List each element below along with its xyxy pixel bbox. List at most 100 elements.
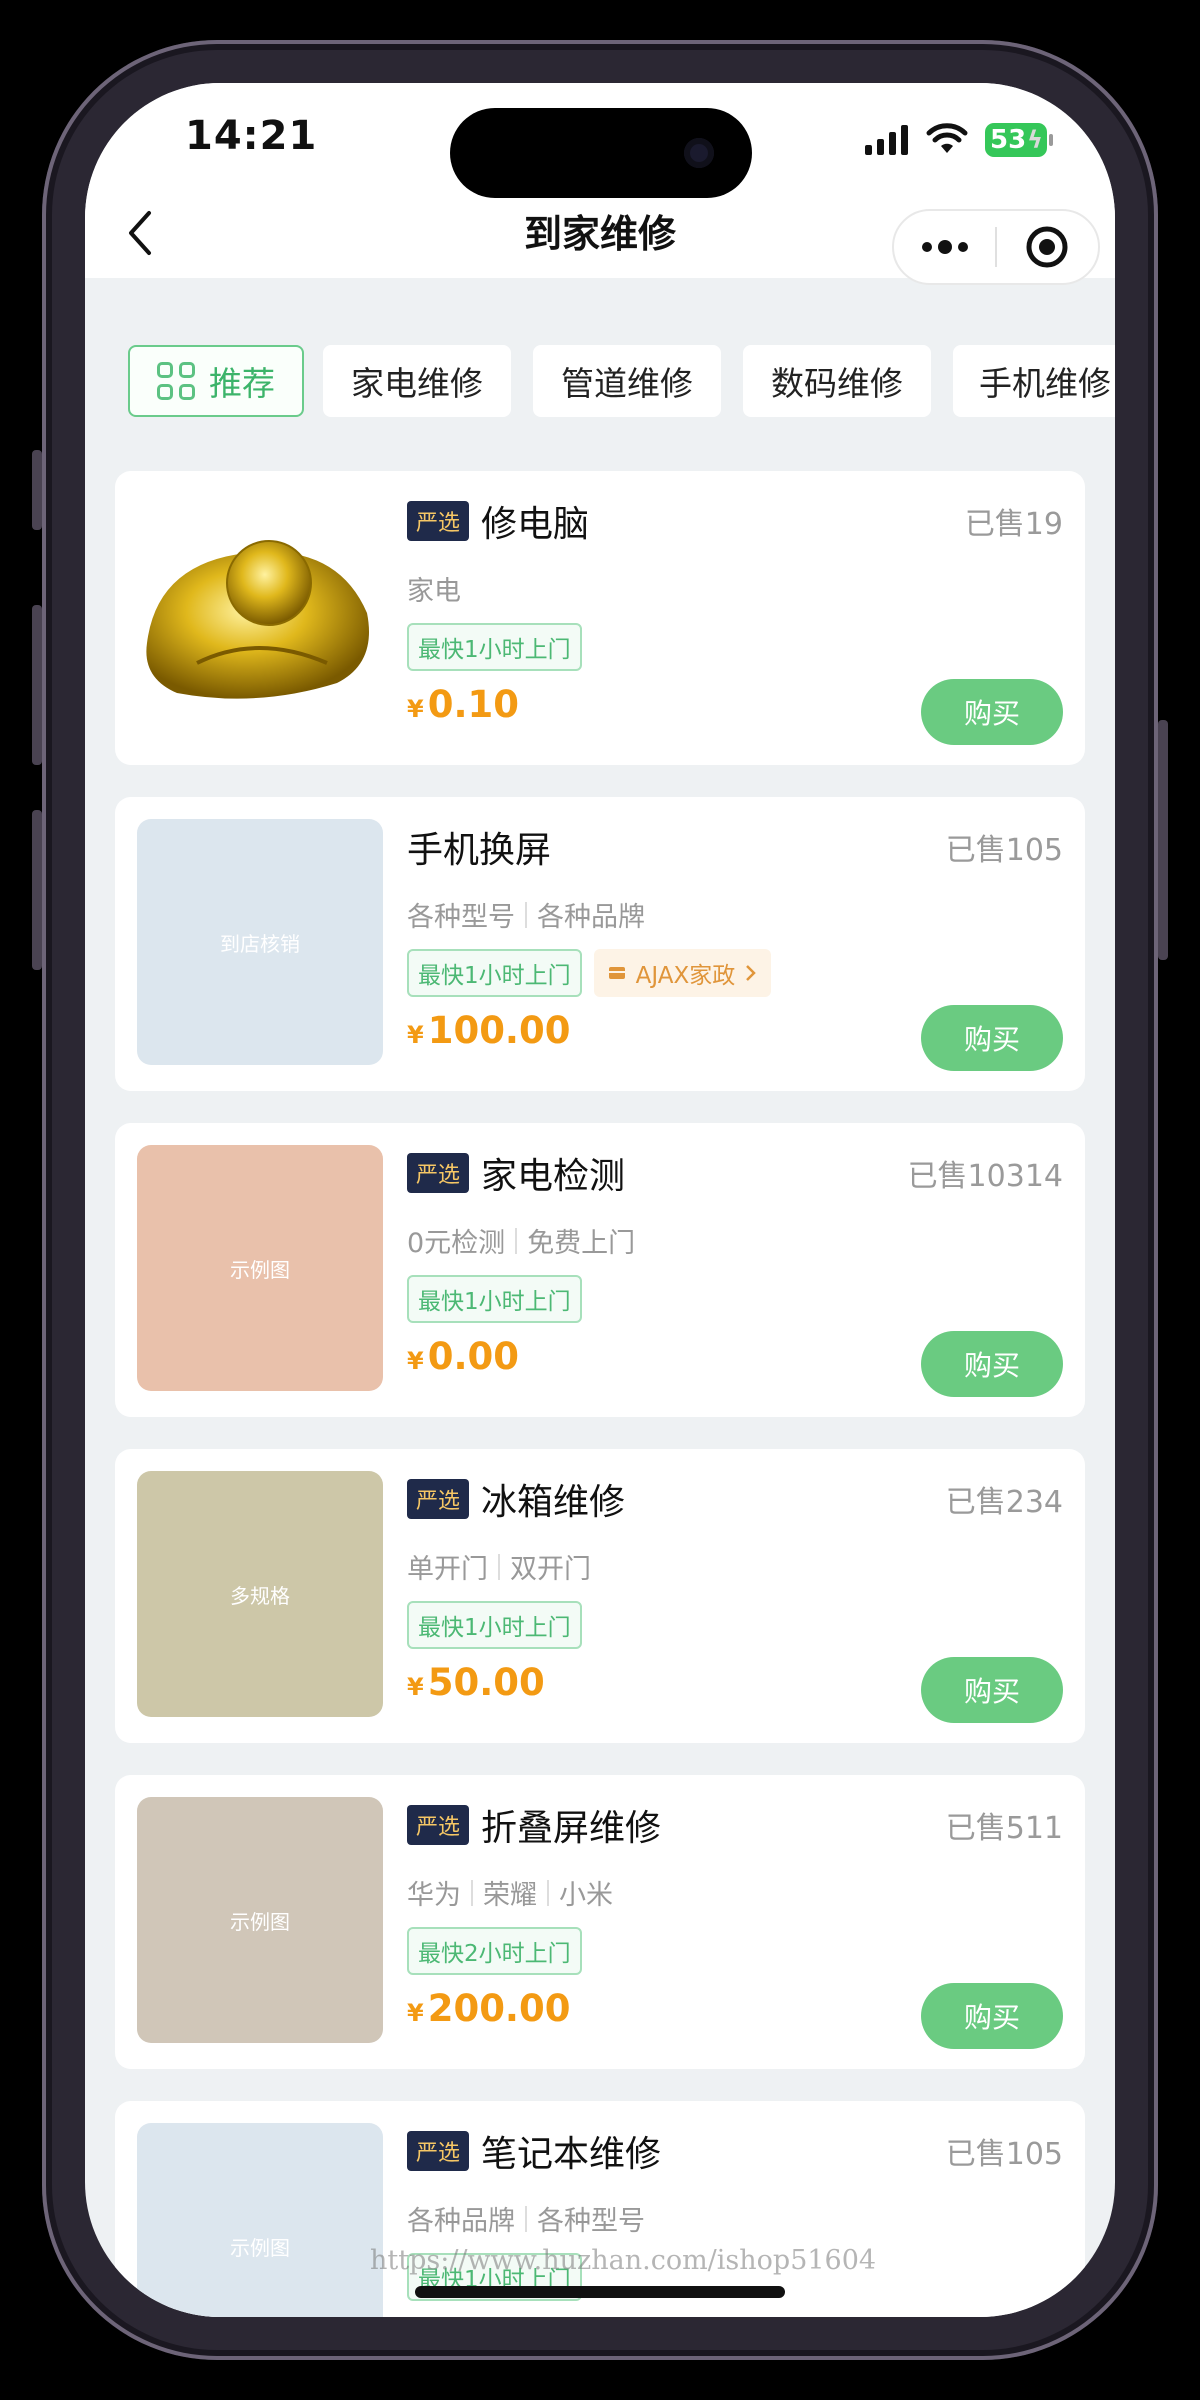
watermark: https://www.huzhan.com/ishop51604 — [370, 2245, 877, 2276]
dot-icon — [937, 240, 952, 254]
tag-list: 最快1小时上门 — [407, 1601, 582, 1649]
featured-badge: 严选 — [407, 2131, 470, 2171]
chevron-right-icon — [746, 965, 757, 981]
dot-icon — [921, 242, 932, 252]
spec-item: 各种品牌 — [407, 2206, 515, 2237]
camera-icon — [684, 138, 714, 168]
buy-button[interactable]: 购买 — [921, 1331, 1063, 1397]
featured-badge: 严选 — [407, 1805, 470, 1845]
product-image — [137, 493, 383, 739]
volume-down-button — [32, 810, 42, 970]
spec-list: 家电 — [407, 569, 461, 608]
category-tabs: 推荐 家电维修 管道维修 数码维修 手机维修 — [85, 345, 1115, 425]
buy-button[interactable]: 购买 — [921, 1983, 1063, 2049]
price-value: 100.00 — [427, 1009, 571, 1052]
store-icon — [608, 967, 625, 979]
tab-digital-repair[interactable]: 数码维修 — [743, 345, 931, 417]
grid-icon — [157, 362, 195, 400]
featured-badge: 严选 — [407, 1153, 470, 1193]
action-button — [32, 450, 42, 530]
spec-item: 0元检测 — [407, 1228, 506, 1259]
product-image: 示例图 — [137, 1797, 383, 2043]
spec-item: 各种品牌 — [537, 902, 645, 933]
title-row: 严选 折叠屏维修 — [407, 1799, 661, 1851]
close-miniprogram-button[interactable] — [997, 211, 1098, 283]
product-image: 多规格 — [137, 1471, 383, 1717]
title-row: 严选 冰箱维修 — [407, 1473, 625, 1525]
sold-count: 已售105 — [945, 833, 1063, 868]
tab-label: 推荐 — [209, 364, 275, 403]
spec-item: 家电 — [407, 576, 461, 607]
sold-count: 已售234 — [945, 1485, 1063, 1520]
price: ¥ 200.00 — [407, 1987, 570, 2030]
volume-up-button — [32, 605, 42, 765]
header: 14:21 53 ϟ 到家维修 — [85, 83, 1115, 285]
service-tag: 最快1小时上门 — [407, 1601, 582, 1649]
featured-badge: 严选 — [407, 501, 470, 541]
tab-label: 数码维修 — [771, 364, 903, 403]
price: ¥ 0.00 — [407, 1335, 519, 1378]
miniprogram-capsule — [892, 209, 1100, 285]
sold-count: 已售105 — [945, 2137, 1063, 2172]
tab-pipe-repair[interactable]: 管道维修 — [533, 345, 721, 417]
tab-recommend[interactable]: 推荐 — [128, 345, 304, 417]
tab-appliance-repair[interactable]: 家电维修 — [323, 345, 511, 417]
currency-symbol: ¥ — [407, 695, 424, 723]
tab-label: 家电维修 — [351, 364, 483, 403]
service-tag: 最快2小时上门 — [407, 1927, 582, 1975]
spec-list: 各种型号 各种品牌 — [407, 895, 645, 934]
product-card[interactable]: 示例图 严选 折叠屏维修 已售511 华为 荣耀 小米 最快2小时上门 ¥ 20… — [115, 1775, 1085, 2069]
power-button — [1158, 720, 1168, 960]
spec-list: 0元检测 免费上门 — [407, 1221, 635, 1260]
shop-link[interactable]: AJAX家政 — [593, 949, 772, 997]
spec-item: 双开门 — [510, 1554, 591, 1585]
home-indicator[interactable] — [415, 2286, 785, 2298]
product-card[interactable]: 多规格 严选 冰箱维修 已售234 单开门 双开门 最快1小时上门 ¥ 50.0… — [115, 1449, 1085, 1743]
product-card[interactable]: 严选 修电脑 已售19 家电 最快1小时上门 ¥ 0.10 购买 — [115, 471, 1085, 765]
buy-button[interactable]: 购买 — [921, 1005, 1063, 1071]
spec-item: 小米 — [559, 1880, 613, 1911]
screen: 14:21 53 ϟ 到家维修 推荐 家电维修 管道维修 数码维修 手机维修 严… — [85, 83, 1115, 2317]
spec-item: 华为 — [407, 1880, 461, 1911]
price: ¥ 100.00 — [407, 1009, 570, 1052]
currency-symbol: ¥ — [407, 1021, 424, 1049]
more-button[interactable] — [894, 211, 995, 283]
charging-icon: ϟ — [1027, 126, 1043, 154]
price-value: 50.00 — [427, 1661, 545, 1704]
status-time: 14:21 — [185, 113, 318, 159]
buy-button[interactable]: 购买 — [921, 679, 1063, 745]
product-card[interactable]: 示例图 严选 家电检测 已售10314 0元检测 免费上门 最快1小时上门 ¥ … — [115, 1123, 1085, 1417]
product-card[interactable]: 到店核销 手机换屏 已售105 各种型号 各种品牌 最快1小时上门 AJAX家政… — [115, 797, 1085, 1091]
sold-count: 已售10314 — [907, 1159, 1063, 1194]
tag-list: 最快1小时上门 — [407, 623, 582, 671]
title-row: 严选 家电检测 — [407, 1147, 625, 1199]
tab-label: 手机维修 — [979, 364, 1111, 403]
spec-list: 单开门 双开门 — [407, 1547, 591, 1586]
product-image: 示例图 — [137, 2123, 383, 2317]
shop-name: AJAX家政 — [635, 963, 736, 989]
price: ¥ 50.00 — [407, 1661, 545, 1704]
target-icon — [1026, 226, 1068, 268]
price-value: 0.10 — [427, 683, 519, 726]
sold-count: 已售511 — [945, 1811, 1063, 1846]
sold-count: 已售19 — [964, 507, 1063, 542]
product-title: 折叠屏维修 — [481, 1808, 662, 1849]
currency-symbol: ¥ — [407, 1673, 424, 1701]
spec-item: 免费上门 — [527, 1228, 636, 1259]
product-card[interactable]: 示例图 严选 笔记本维修 已售105 各种品牌 各种型号 最快1小时上门 — [115, 2101, 1085, 2317]
spec-list: 华为 荣耀 小米 — [407, 1873, 613, 1912]
tab-label: 管道维修 — [561, 364, 693, 403]
signal-icon — [865, 125, 908, 155]
tab-phone-repair[interactable]: 手机维修 — [953, 345, 1115, 417]
spec-item: 各种型号 — [407, 902, 515, 933]
battery-icon: 53 ϟ — [985, 123, 1053, 157]
product-image: 示例图 — [137, 1145, 383, 1391]
spec-item: 各种型号 — [537, 2206, 645, 2237]
buy-button[interactable]: 购买 — [921, 1657, 1063, 1723]
product-title: 笔记本维修 — [481, 2134, 662, 2175]
tag-list: 最快1小时上门 AJAX家政 — [407, 949, 772, 997]
service-tag: 最快1小时上门 — [407, 1275, 582, 1323]
dot-icon — [957, 242, 968, 252]
featured-badge: 严选 — [407, 1479, 470, 1519]
price: ¥ 0.10 — [407, 683, 519, 726]
